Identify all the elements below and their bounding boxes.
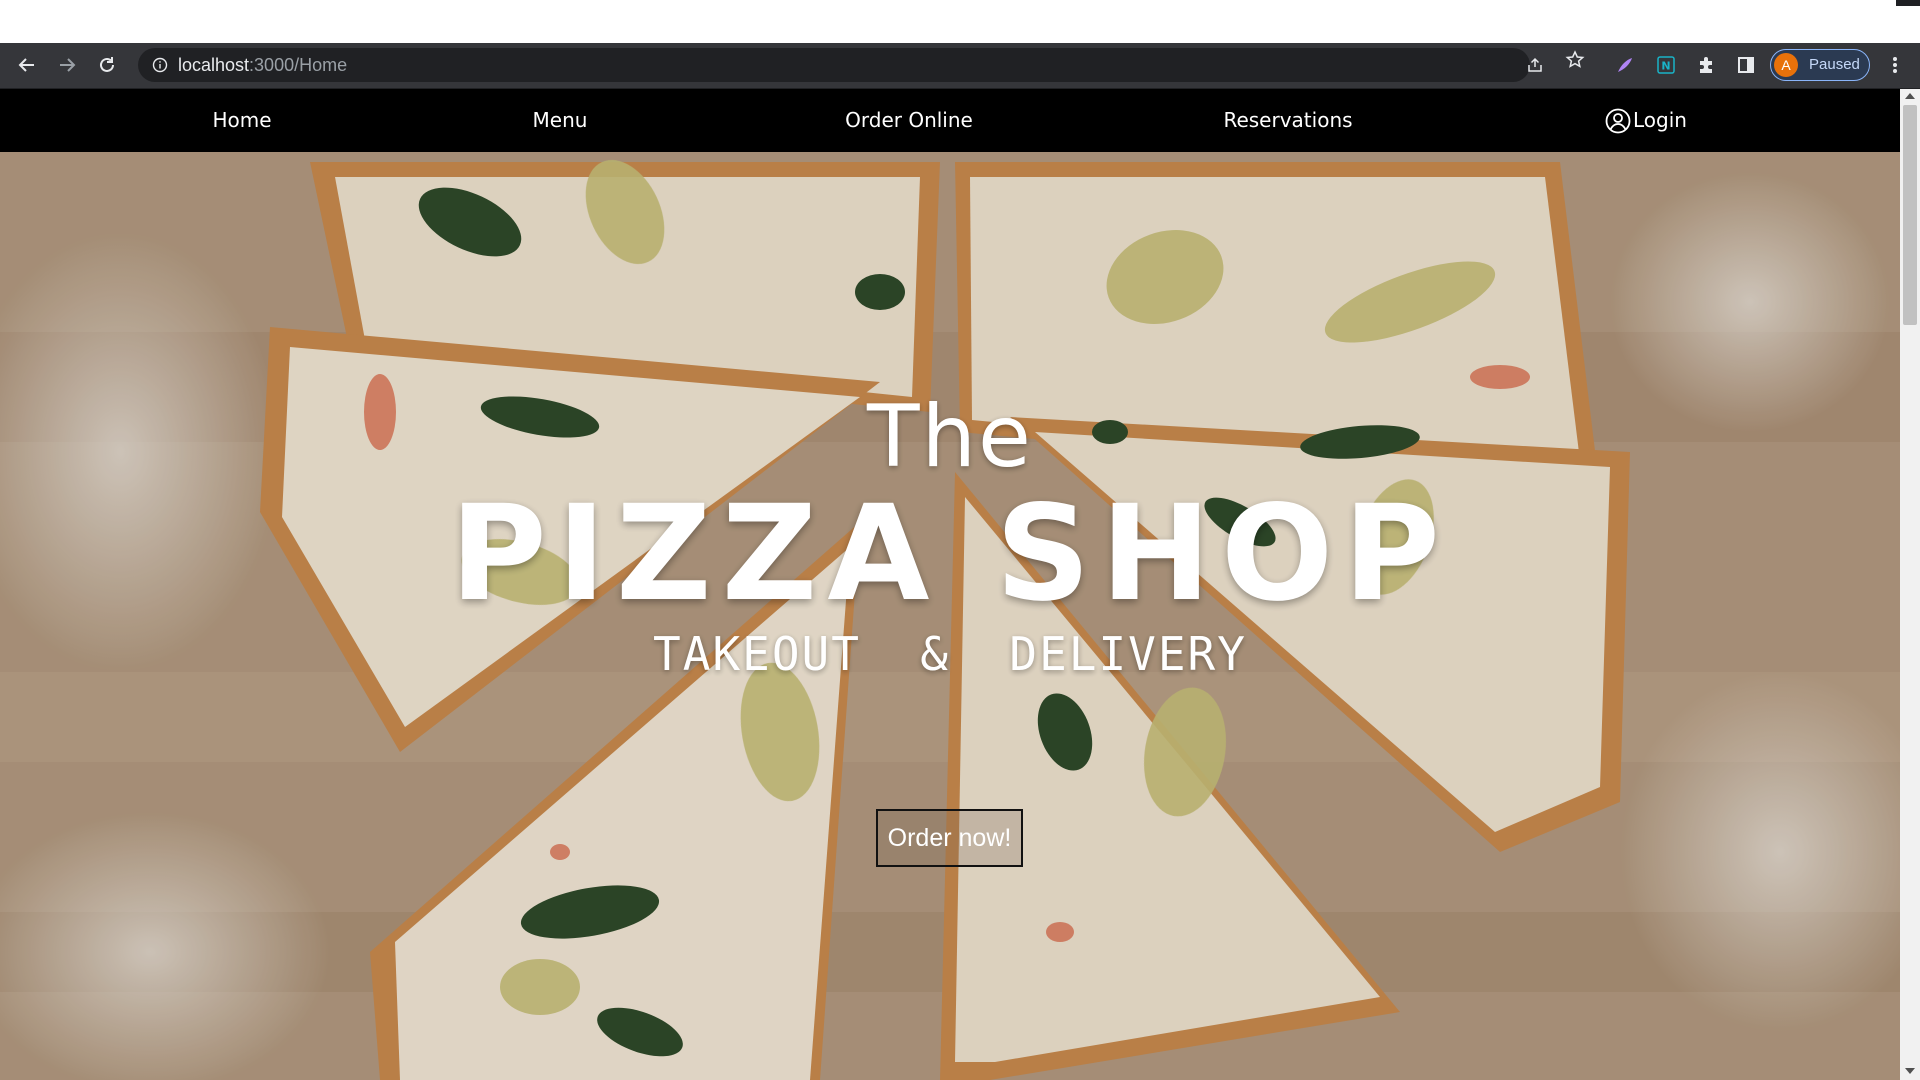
nav-menu[interactable]: Menu (533, 89, 588, 152)
more-vert-icon[interactable] (1880, 50, 1910, 80)
share-icon[interactable] (1525, 55, 1545, 75)
nav-order-online[interactable]: Order Online (845, 89, 973, 152)
side-panel-icon[interactable] (1736, 55, 1756, 75)
nav-login-label: Login (1633, 108, 1687, 132)
browser-toolbar: localhost:3000/Home N A Paused (0, 43, 1920, 89)
page-scrollbar[interactable] (1900, 89, 1920, 1080)
nav-home[interactable]: Home (212, 89, 271, 152)
profile-chip[interactable]: A Paused (1770, 49, 1870, 81)
user-circle-icon (1605, 108, 1631, 133)
nav-login[interactable]: Login (1605, 89, 1687, 152)
scroll-down-arrow-icon[interactable] (1905, 1068, 1915, 1074)
scroll-up-arrow-icon[interactable] (1905, 93, 1915, 99)
star-icon[interactable] (1565, 50, 1585, 70)
avatar: A (1774, 53, 1798, 77)
svg-text:N: N (1661, 60, 1670, 73)
info-icon[interactable] (150, 55, 170, 75)
address-bar[interactable]: localhost:3000/Home (138, 48, 1542, 82)
hero-kicker: The (867, 387, 1033, 487)
url-path: :3000/Home (249, 55, 348, 75)
site-navbar: Home Menu Order Online Reservations Logi… (0, 89, 1900, 152)
hero-title: PIZZA SHOP (450, 477, 1450, 631)
forward-arrow-icon[interactable] (52, 50, 82, 80)
profile-status: Paused (1809, 56, 1860, 73)
reload-icon[interactable] (92, 50, 122, 80)
scrollbar-thumb[interactable] (1903, 105, 1917, 325)
n-extension-icon[interactable]: N (1656, 55, 1676, 75)
nav-reservations[interactable]: Reservations (1223, 89, 1352, 152)
hero-subtitle: TAKEOUT & DELIVERY (653, 627, 1247, 681)
window-corner (1896, 0, 1920, 6)
url-host: localhost (178, 55, 250, 75)
puzzle-icon[interactable] (1696, 55, 1716, 75)
window-top-strip (0, 0, 1920, 43)
back-arrow-icon[interactable] (12, 50, 42, 80)
page-viewport: Home Menu Order Online Reservations Logi… (0, 89, 1900, 1080)
order-now-button[interactable]: Order now! (876, 809, 1023, 867)
hero-section: The PIZZA SHOP TAKEOUT & DELIVERY Order … (0, 152, 1900, 1080)
feather-extension-icon[interactable] (1615, 55, 1635, 75)
url-text[interactable]: localhost:3000/Home (178, 48, 347, 82)
